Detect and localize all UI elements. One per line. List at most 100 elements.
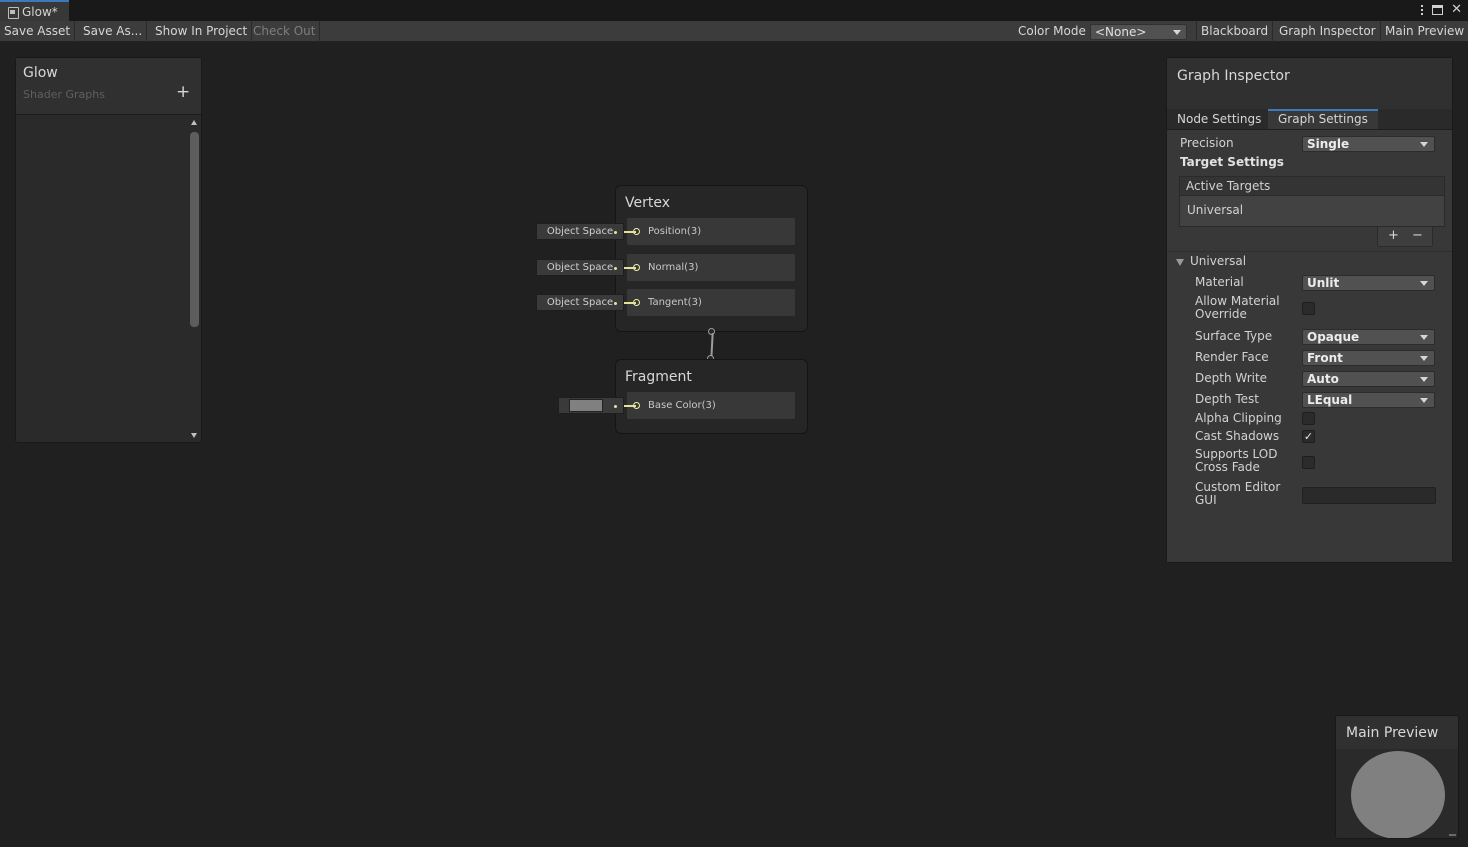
custom-editor-label: Custom Editor GUI	[1195, 480, 1281, 507]
render-face-dropdown[interactable]: Front	[1302, 350, 1435, 366]
position-wire	[624, 231, 636, 233]
window-tab-title: Glow*	[22, 4, 58, 19]
fragment-slot-base-color[interactable]: Base Color(3)	[627, 392, 795, 419]
slot-label: Base Color(3)	[648, 400, 716, 411]
window-controls: ✕	[1420, 2, 1462, 18]
vertex-block[interactable]: Vertex Position(3) Normal(3) Tangent(3)	[615, 185, 808, 332]
precision-label: Precision	[1180, 136, 1234, 150]
blackboard-subtitle: Shader Graphs	[23, 88, 105, 101]
universal-foldout[interactable]: Universal	[1190, 255, 1246, 268]
inspector-header: Graph Inspector	[1167, 58, 1452, 109]
custom-editor-input[interactable]	[1302, 487, 1436, 504]
graph-inspector-panel[interactable]: Graph Inspector Node Settings Graph Sett…	[1166, 57, 1453, 563]
add-property-button[interactable]: +	[176, 84, 190, 101]
blackboard-toggle-button[interactable]: Blackboard	[1196, 21, 1274, 42]
alpha-clipping-checkbox[interactable]	[1302, 412, 1315, 425]
material-label: Material	[1195, 275, 1244, 289]
slot-label: Position(3)	[648, 226, 702, 237]
chevron-down-icon	[1420, 398, 1428, 403]
allow-override-label: Allow Material Override	[1195, 294, 1280, 321]
lod-crossfade-checkbox[interactable]	[1302, 456, 1315, 469]
surface-type-value: Opaque	[1307, 330, 1360, 344]
blackboard-scrollbar[interactable]	[189, 118, 201, 440]
wire-dot	[614, 267, 617, 270]
wire-dot	[614, 405, 617, 408]
vertex-slot-normal[interactable]: Normal(3)	[627, 254, 795, 281]
color-mode-dropdown[interactable]: <None>	[1090, 24, 1187, 40]
position-space-field[interactable]: Object Space	[536, 223, 624, 240]
depth-write-label: Depth Write	[1195, 371, 1268, 385]
toolbar: Save Asset Save As... Show In Project Ch…	[0, 21, 1468, 42]
normal-wire	[624, 267, 636, 269]
wire-dot	[614, 302, 617, 305]
save-asset-button[interactable]: Save Asset	[0, 21, 76, 42]
wire-dot	[614, 231, 617, 234]
save-as-button[interactable]: Save As...	[79, 21, 148, 42]
chevron-down-icon	[1420, 335, 1428, 340]
tangent-wire	[624, 302, 636, 304]
blackboard-title: Glow	[23, 65, 58, 81]
preview-title: Main Preview	[1346, 725, 1439, 741]
targets-footer: + −	[1377, 227, 1433, 247]
add-target-button[interactable]: +	[1388, 228, 1399, 243]
depth-test-value: LEqual	[1307, 393, 1353, 407]
active-targets-list: Active Targets Universal + −	[1179, 176, 1445, 247]
vertex-slot-tangent[interactable]: Tangent(3)	[627, 289, 795, 316]
remove-target-button[interactable]: −	[1412, 228, 1423, 243]
surface-type-dropdown[interactable]: Opaque	[1302, 329, 1435, 345]
scroll-down-icon[interactable]	[191, 433, 197, 438]
material-dropdown[interactable]: Unlit	[1302, 275, 1435, 291]
chevron-down-icon	[1420, 377, 1428, 382]
shader-graph-icon	[7, 6, 19, 19]
scroll-thumb[interactable]	[190, 132, 199, 327]
foldout-arrow-icon[interactable]	[1176, 259, 1184, 266]
material-value: Unlit	[1307, 276, 1340, 290]
render-face-label: Render Face	[1195, 350, 1269, 364]
tangent-space-field[interactable]: Object Space	[536, 294, 624, 311]
main-preview-panel[interactable]: Main Preview	[1335, 715, 1459, 839]
chevron-down-icon	[1420, 142, 1428, 147]
precision-dropdown[interactable]: Single	[1302, 136, 1435, 152]
check-out-button[interactable]: Check Out	[249, 21, 321, 42]
render-face-value: Front	[1307, 351, 1343, 365]
blackboard-header: Glow Shader Graphs +	[16, 58, 201, 115]
scroll-up-icon[interactable]	[191, 120, 197, 125]
show-in-project-button[interactable]: Show In Project	[151, 21, 253, 42]
vertex-block-title: Vertex	[625, 195, 671, 211]
close-icon[interactable]: ✕	[1451, 2, 1462, 18]
main-preview-toggle-button[interactable]: Main Preview	[1380, 21, 1468, 42]
chevron-down-icon	[1420, 356, 1428, 361]
fragment-block[interactable]: Fragment Base Color(3)	[615, 359, 808, 434]
active-targets-header: Active Targets	[1179, 176, 1445, 196]
tab-node-settings[interactable]: Node Settings	[1167, 109, 1271, 129]
inspector-tabs: Node Settings Graph Settings	[1167, 109, 1452, 129]
lod-crossfade-label: Supports LOD Cross Fade	[1195, 447, 1278, 474]
depth-test-dropdown[interactable]: LEqual	[1302, 392, 1435, 408]
cast-shadows-checkbox[interactable]: ✓	[1302, 430, 1315, 443]
window-tab-bar: Glow* ✕	[0, 0, 1468, 21]
cast-shadows-label: Cast Shadows	[1195, 429, 1280, 443]
resize-grip-icon[interactable]	[1449, 834, 1456, 836]
tab-graph-settings[interactable]: Graph Settings	[1268, 109, 1378, 129]
graph-inspector-toggle-button[interactable]: Graph Inspector	[1275, 21, 1381, 42]
blackboard-panel[interactable]: Glow Shader Graphs +	[15, 57, 202, 443]
vertex-slot-position[interactable]: Position(3)	[627, 218, 795, 245]
precision-value: Single	[1307, 137, 1350, 151]
target-item-universal[interactable]: Universal	[1179, 196, 1445, 227]
allow-override-checkbox[interactable]	[1302, 302, 1315, 315]
depth-write-dropdown[interactable]: Auto	[1302, 371, 1435, 387]
fragment-block-title: Fragment	[625, 369, 692, 385]
color-mode-value: <None>	[1095, 25, 1147, 39]
inspector-title: Graph Inspector	[1177, 68, 1290, 84]
base-color-swatch[interactable]	[569, 399, 603, 412]
slot-label: Normal(3)	[648, 262, 699, 273]
normal-space-field[interactable]: Object Space	[536, 259, 624, 276]
alpha-clipping-label: Alpha Clipping	[1195, 411, 1282, 425]
window-tab-glow[interactable]: Glow*	[0, 0, 69, 21]
preview-header: Main Preview	[1336, 716, 1458, 749]
preview-sphere[interactable]	[1351, 751, 1445, 838]
kebab-menu-icon[interactable]	[1420, 2, 1424, 18]
maximize-icon[interactable]	[1432, 5, 1444, 15]
depth-write-value: Auto	[1307, 372, 1339, 386]
chevron-down-icon	[1420, 281, 1428, 286]
